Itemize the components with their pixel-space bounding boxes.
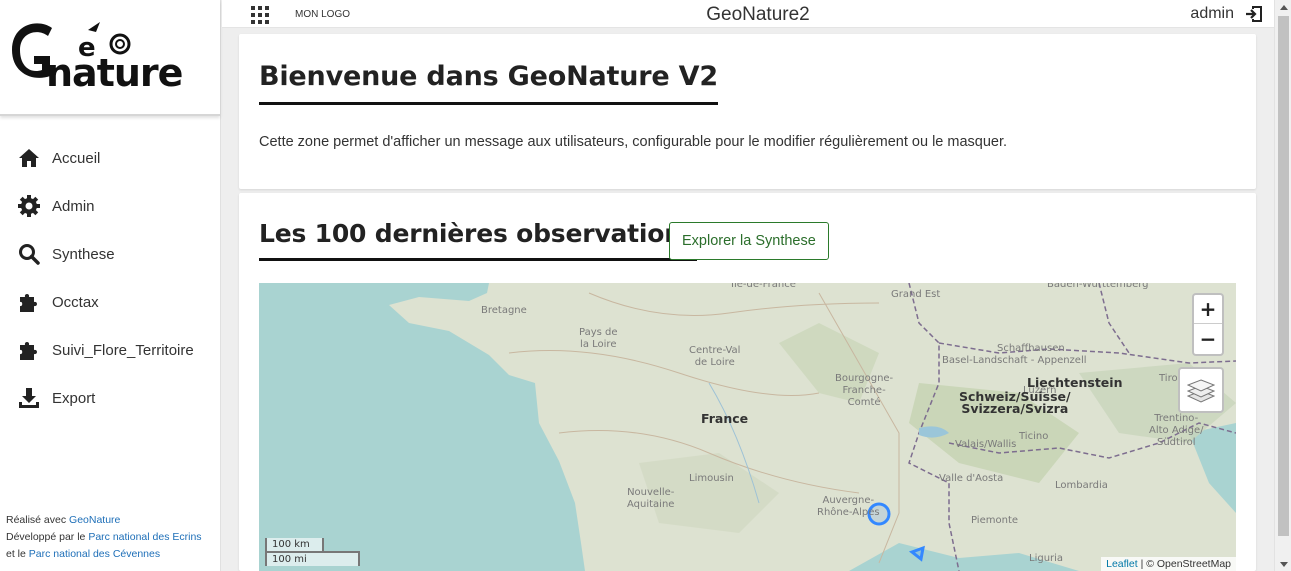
map-label: Bretagne: [481, 305, 527, 316]
zoom-out-button[interactable]: −: [1194, 324, 1222, 353]
sidebar: e nature Accueil Admin Synthese Occtax S…: [0, 0, 221, 571]
map-label: Pays de la Loire: [579, 327, 618, 350]
map-scale: 100 km 100 mi: [265, 538, 360, 566]
page-scrollbar[interactable]: [1274, 0, 1291, 571]
puzzle-icon: [16, 290, 42, 314]
map-label: Auvergne- Rhône-Alpes: [817, 495, 880, 518]
ecrins-link[interactable]: Parc national des Ecrins: [88, 531, 201, 543]
gear-icon: [16, 194, 42, 218]
scale-mi: 100 mi: [265, 551, 360, 566]
observations-title: Les 100 dernières observations: [259, 219, 697, 261]
observations-map[interactable]: Île-de-France Grand Est Baden-Württember…: [259, 283, 1236, 571]
sidebar-item-export[interactable]: Export: [0, 374, 220, 422]
map-label: Centre-Val de Loire: [689, 345, 741, 368]
credits-text: Réalisé avec: [6, 514, 70, 526]
map-label: Piemonte: [971, 515, 1019, 526]
observations-card: Les 100 dernières observations Explorer …: [239, 193, 1256, 571]
download-icon: [16, 386, 42, 410]
map-attribution: Leaflet | © OpenStreetMap: [1101, 557, 1236, 571]
sidebar-item-synthese[interactable]: Synthese: [0, 230, 220, 278]
sidebar-item-admin[interactable]: Admin: [0, 182, 220, 230]
map-label: Valais/Wallis: [955, 439, 1017, 450]
leaflet-link[interactable]: Leaflet: [1106, 558, 1138, 570]
map-label: Liechtenstein: [1027, 375, 1123, 390]
map-label: Liguria: [1029, 553, 1064, 564]
sidebar-nav: Accueil Admin Synthese Occtax Suivi_Flor…: [0, 134, 220, 422]
credits-text: et le: [6, 548, 29, 560]
logo-area: e nature: [0, 0, 220, 116]
map-label: Basel-Landschaft - Appenzell: [942, 355, 1087, 366]
map-label: Trentino- Alto Adige/ Südtirol: [1149, 413, 1204, 448]
sidebar-item-label: Accueil: [52, 149, 101, 167]
map-label: Lombardia: [1055, 480, 1108, 491]
map-label: Ticino: [1019, 431, 1049, 442]
search-icon: [16, 242, 42, 266]
map-label: Grand Est: [891, 289, 941, 300]
geonature-link[interactable]: GeoNature: [69, 514, 120, 526]
scroll-down-arrow-icon[interactable]: [1275, 557, 1291, 571]
cevennes-link[interactable]: Parc national des Cévennes: [29, 548, 160, 560]
map-label: Limousin: [689, 473, 734, 484]
sidebar-item-suivi-flore-territoire[interactable]: Suivi_Flore_Territoire: [0, 326, 220, 374]
layers-icon: [1187, 379, 1215, 403]
zoom-in-button[interactable]: +: [1194, 295, 1222, 324]
credits: Réalisé avec GeoNature Développé par le …: [6, 512, 202, 563]
top-bar: MON LOGO GeoNature2 admin: [222, 0, 1274, 28]
map-label: Schweiz/Suisse/ Svizzera/Svizra: [959, 389, 1071, 416]
layers-button[interactable]: [1178, 367, 1224, 413]
logout-icon[interactable]: [1244, 4, 1264, 29]
map-base-tiles[interactable]: [259, 283, 1236, 571]
logo-text-nature: nature: [46, 51, 182, 95]
welcome-message: Cette zone permet d'afficher un message …: [259, 134, 1008, 150]
home-icon: [16, 146, 42, 170]
sidebar-item-label: Occtax: [52, 293, 99, 311]
welcome-card: Bienvenue dans GeoNature V2 Cette zone p…: [239, 34, 1256, 189]
explore-synthese-button[interactable]: Explorer la Synthese: [669, 222, 829, 260]
map-label: Valle d'Aosta: [939, 473, 1004, 484]
app-title: GeoNature2: [706, 4, 810, 25]
sidebar-item-accueil[interactable]: Accueil: [0, 134, 220, 182]
zoom-control: + −: [1192, 293, 1224, 356]
sidebar-item-label: Admin: [52, 197, 95, 215]
sidebar-item-occtax[interactable]: Occtax: [0, 278, 220, 326]
map-label: Baden-Württemberg: [1047, 283, 1149, 290]
attribution-text: | © OpenStreetMap: [1137, 558, 1231, 570]
user-name: admin: [1190, 5, 1234, 22]
map-label: Île-de-France: [731, 283, 796, 290]
map-label: Schaffhausen: [997, 343, 1065, 354]
sidebar-item-label: Export: [52, 389, 96, 407]
welcome-title: Bienvenue dans GeoNature V2: [259, 61, 718, 105]
scroll-thumb[interactable]: [1278, 16, 1289, 536]
puzzle-icon: [16, 338, 42, 362]
map-label: Bourgogne- Franche- Comté: [835, 373, 894, 408]
sidebar-item-label: Suivi_Flore_Territoire: [52, 341, 194, 359]
map-label: Nouvelle- Aquitaine: [627, 487, 675, 510]
scroll-up-arrow-icon[interactable]: [1275, 0, 1291, 14]
geonature-logo[interactable]: e nature: [8, 16, 208, 96]
map-label: France: [701, 411, 749, 426]
credits-text: Développé par le: [6, 531, 89, 543]
sidebar-item-label: Synthese: [52, 245, 115, 263]
